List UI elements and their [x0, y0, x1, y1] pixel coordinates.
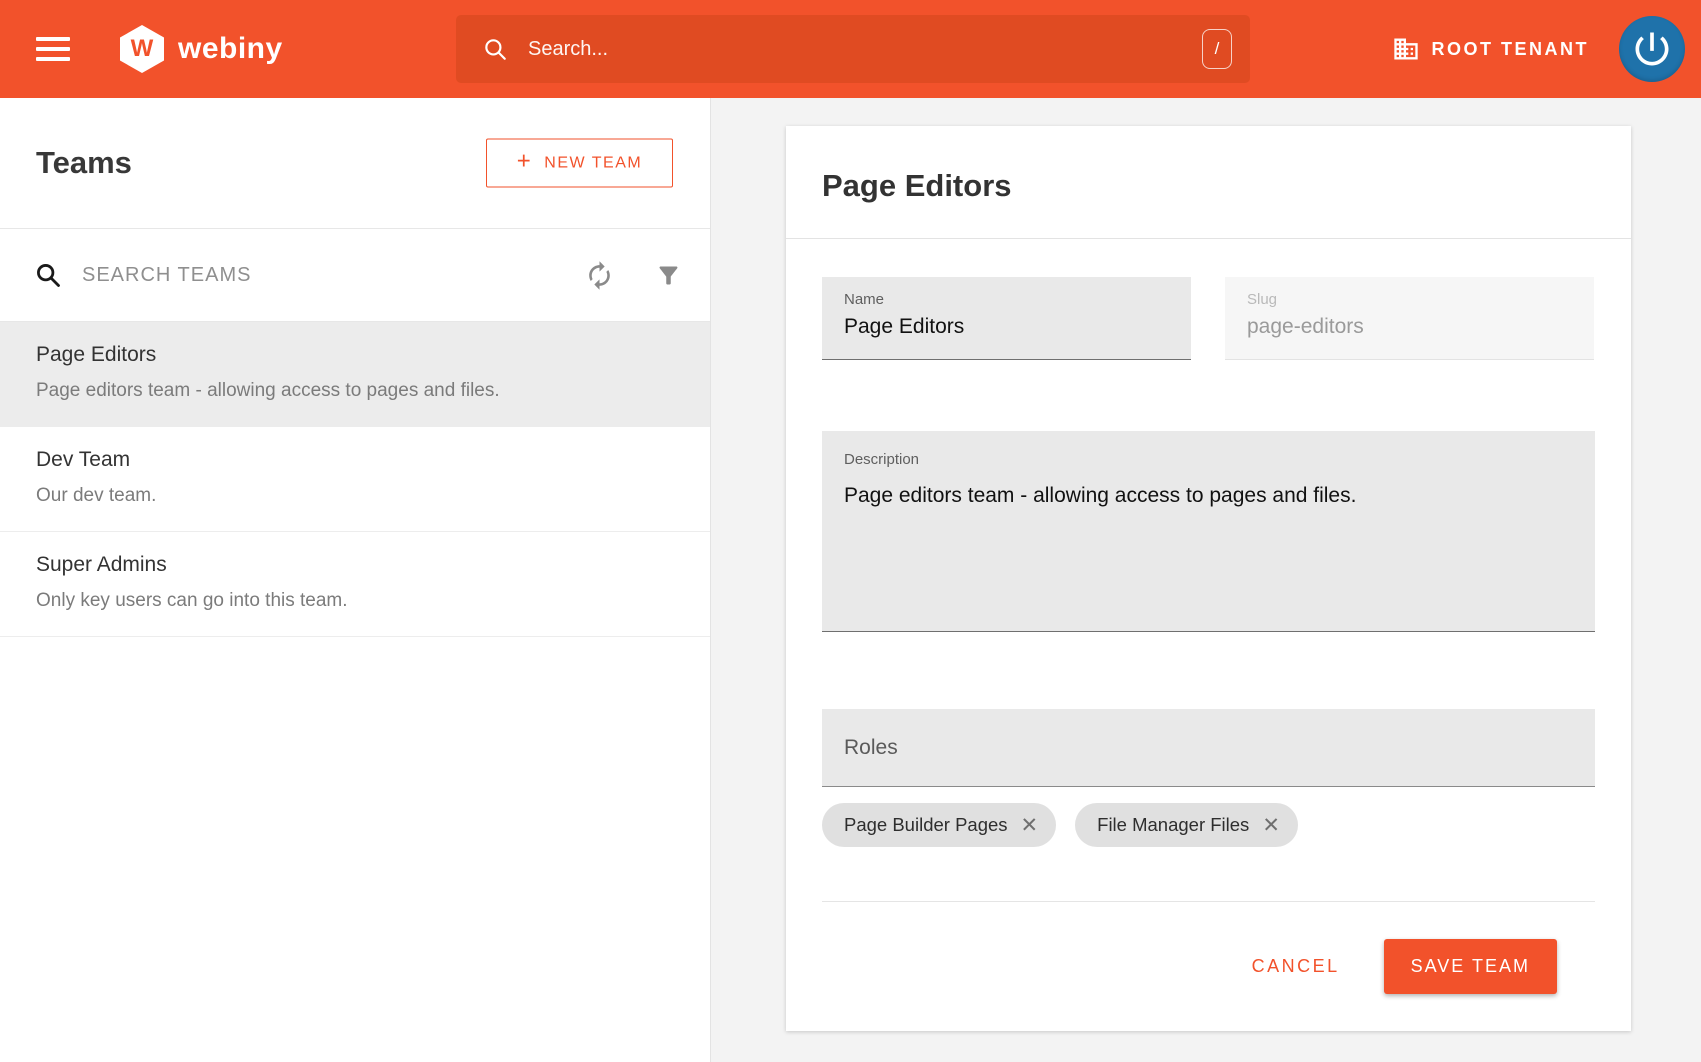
team-description: Page editors team - allowing access to p…: [36, 380, 674, 402]
description-field[interactable]: Description Page editors team - allowing…: [822, 431, 1595, 632]
chip-label: File Manager Files: [1097, 814, 1249, 836]
power-icon: [1630, 27, 1674, 71]
slash-shortcut-key: /: [1202, 29, 1232, 69]
team-name: Dev Team: [36, 448, 674, 472]
team-list-item-dev-team[interactable]: Dev Team Our dev team.: [0, 427, 710, 532]
name-field-label: Name: [844, 291, 1169, 308]
slug-field-label: Slug: [1247, 291, 1572, 308]
name-slug-row: Name Page Editors Slug page-editors: [822, 277, 1595, 360]
name-field[interactable]: Name Page Editors: [822, 277, 1191, 360]
team-description: Only key users can go into this team.: [36, 590, 674, 612]
roles-field-label: Roles: [844, 736, 898, 760]
chip-remove-icon[interactable]: ✕: [1262, 815, 1280, 836]
slug-field-value: page-editors: [1247, 315, 1572, 339]
role-chip-file-manager-files: File Manager Files ✕: [1075, 803, 1298, 847]
webiny-hexagon-icon: W: [120, 25, 164, 73]
tenant-label: ROOT TENANT: [1432, 39, 1590, 60]
refresh-icon: [584, 260, 615, 291]
team-detail-card: Page Editors Name Page Editors Slug page…: [786, 126, 1631, 1031]
global-search-input[interactable]: [528, 38, 1202, 61]
save-team-button[interactable]: SAVE TEAM: [1384, 939, 1557, 994]
team-description: Our dev team.: [36, 485, 674, 507]
logo-letter: W: [131, 35, 154, 63]
menu-icon[interactable]: [36, 37, 70, 61]
webiny-admin-app: W webiny / ROOT TENANT: [0, 0, 1701, 1062]
team-name: Super Admins: [36, 553, 674, 577]
top-header: W webiny / ROOT TENANT: [0, 0, 1701, 98]
teams-panel-title: Teams: [36, 145, 132, 181]
teams-search-row: [0, 228, 710, 322]
team-name: Page Editors: [36, 343, 674, 367]
chip-remove-icon[interactable]: ✕: [1021, 815, 1039, 836]
team-list-item-super-admins[interactable]: Super Admins Only key users can go into …: [0, 532, 710, 637]
header-right-group: ROOT TENANT: [1392, 0, 1686, 98]
team-form: Name Page Editors Slug page-editors Desc…: [786, 239, 1631, 1031]
teams-search-input[interactable]: [82, 264, 584, 287]
webiny-logo[interactable]: W webiny: [120, 25, 283, 73]
role-chip-page-builder-pages: Page Builder Pages ✕: [822, 803, 1056, 847]
slug-field: Slug page-editors: [1225, 277, 1594, 360]
team-detail-header: Page Editors: [786, 126, 1631, 239]
global-search-bar[interactable]: /: [456, 15, 1250, 83]
team-detail-title: Page Editors: [822, 168, 1595, 204]
chip-label: Page Builder Pages: [844, 814, 1008, 836]
plus-icon: +: [517, 148, 533, 176]
teams-list: Page Editors Page editors team - allowin…: [0, 322, 710, 637]
teams-panel-header: Teams + NEW TEAM: [0, 98, 710, 228]
refresh-button[interactable]: [584, 260, 615, 291]
form-footer: CANCEL SAVE TEAM: [822, 901, 1595, 1031]
cancel-button[interactable]: CANCEL: [1252, 956, 1340, 977]
roles-chips: Page Builder Pages ✕ File Manager Files …: [822, 803, 1595, 847]
team-detail-panel: Page Editors Name Page Editors Slug page…: [711, 98, 1701, 1062]
filter-button[interactable]: [655, 262, 682, 289]
description-field-label: Description: [844, 451, 1573, 468]
user-avatar[interactable]: [1619, 16, 1685, 82]
name-field-value: Page Editors: [844, 315, 1169, 339]
description-field-value: Page editors team - allowing access to p…: [844, 484, 1573, 508]
building-icon: [1392, 35, 1420, 63]
team-list-item-page-editors[interactable]: Page Editors Page editors team - allowin…: [0, 322, 710, 427]
filter-icon: [655, 262, 682, 289]
search-icon: [482, 36, 508, 62]
search-icon: [34, 261, 62, 289]
brand-name: webiny: [178, 32, 283, 66]
teams-list-panel: Teams + NEW TEAM: [0, 98, 711, 1062]
tenant-selector[interactable]: ROOT TENANT: [1392, 35, 1590, 63]
roles-field[interactable]: Roles: [822, 709, 1595, 787]
new-team-button-label: NEW TEAM: [544, 154, 642, 172]
new-team-button[interactable]: + NEW TEAM: [486, 139, 673, 188]
